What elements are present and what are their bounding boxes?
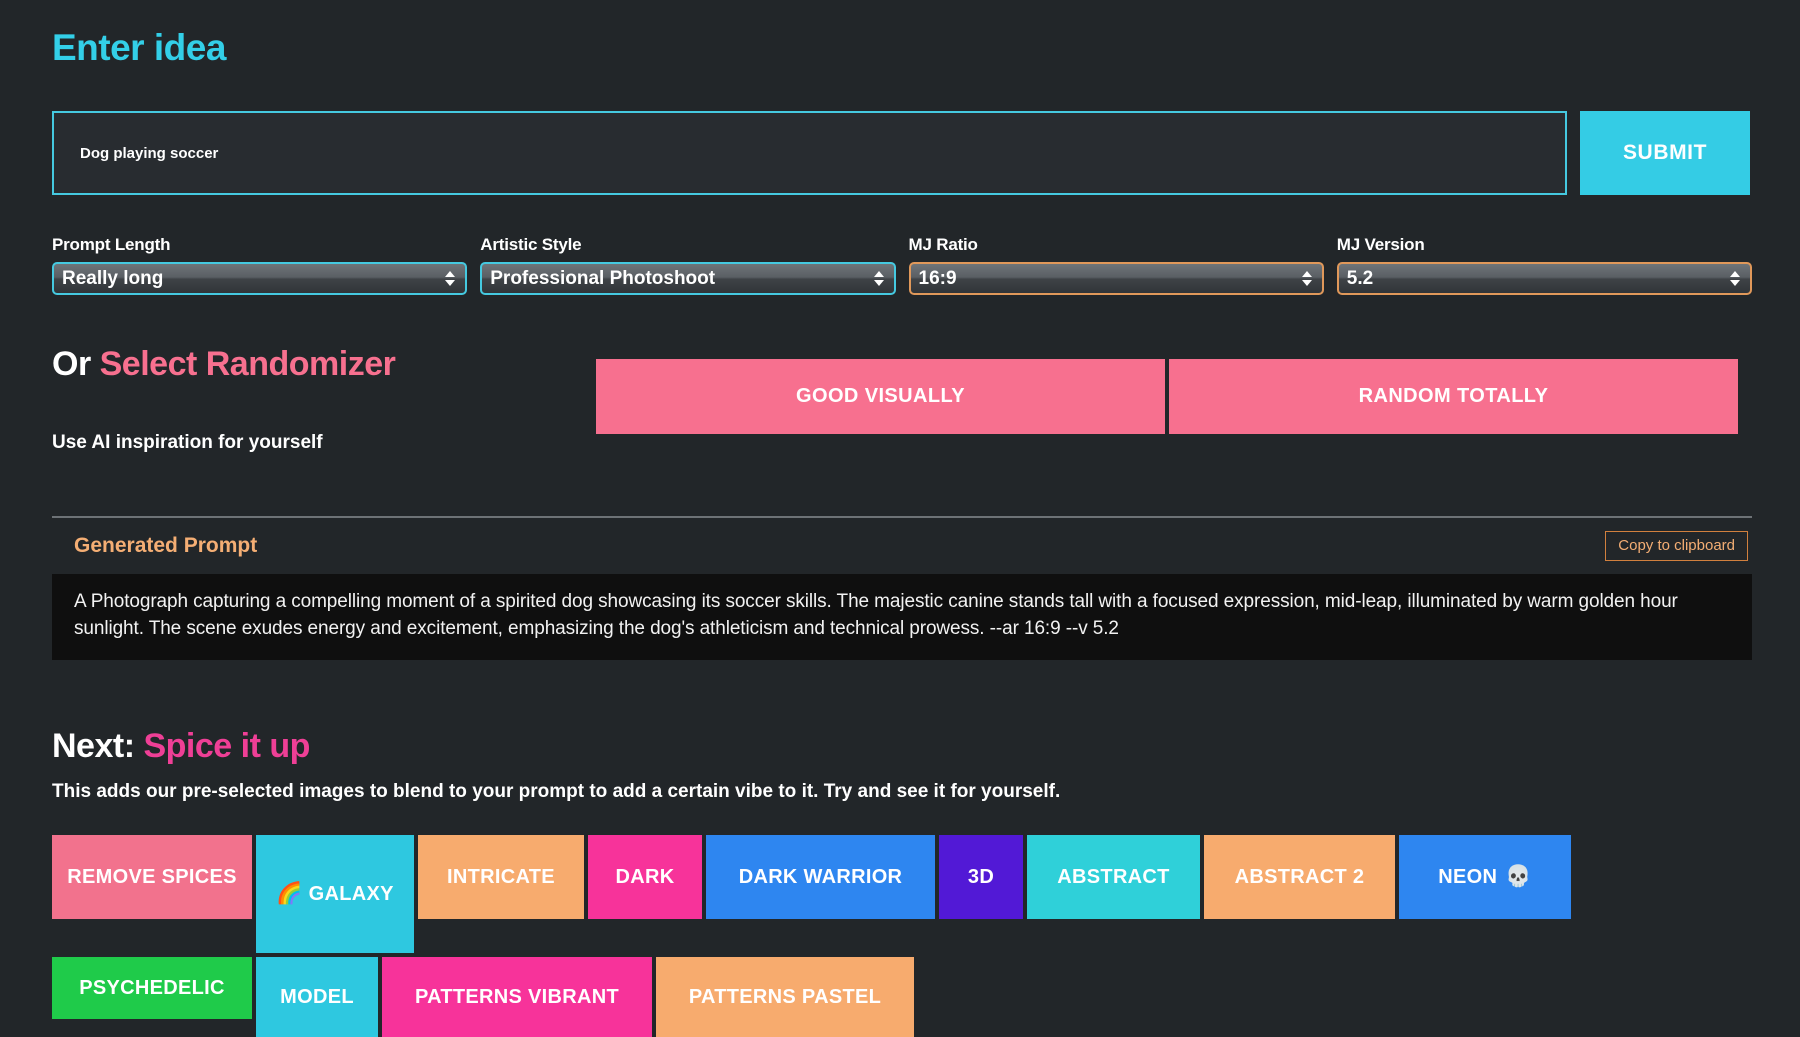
selector-mj-ratio: MJ Ratio 16:9 [909,235,1324,295]
generated-prompt-title: Generated Prompt [74,534,257,558]
spice-row-2: PSYCHEDELIC MODEL PATTERNS VIBRANT PATTERNS… [52,957,1752,1037]
spice-button-patterns-vibrant[interactable]: PATTERNS VIBRANT [382,957,652,1037]
stepper-arrows-icon[interactable] [1728,268,1742,290]
selector-label: Prompt Length [52,235,467,255]
stepper-arrows-icon[interactable] [1300,268,1314,290]
generated-prompt-panel: Generated Prompt Copy to clipboard A Pho… [52,518,1752,655]
spice-button-label: ABSTRACT [1057,866,1169,889]
spice-subtitle: This adds our pre-selected images to ble… [52,781,1060,803]
randomizer-heading-highlight: Select Randomizer [100,345,396,383]
randomizer-heading-prefix: Or [52,345,100,383]
spice-button-remove-spices[interactable]: REMOVE SPICES [52,835,252,919]
spice-button-label: INTRICATE [447,866,555,889]
spice-heading: Next: Spice it up [52,727,310,766]
spice-heading-highlight: Spice it up [143,727,309,765]
spice-button-label: NEON [1438,866,1497,889]
spice-button-label: DARK WARRIOR [739,866,903,889]
spice-row-1: REMOVE SPICES 🌈 GALAXY INTRICATE DARK DARK WA… [52,835,1752,953]
generated-prompt-body: A Photograph capturing a compelling mome… [52,574,1752,660]
selector-mj-version: MJ Version 5.2 [1337,235,1752,295]
spice-button-label: PSYCHEDELIC [79,977,225,1000]
randomizer-buttons: GOOD VISUALLY RANDOM TOTALLY [596,359,1738,434]
spice-button-label: ABSTRACT 2 [1235,866,1365,889]
generated-prompt-text: A Photograph capturing a compelling mome… [74,588,1730,642]
spice-button-dark-warrior[interactable]: DARK WARRIOR [706,835,935,919]
selector-label: MJ Ratio [909,235,1324,255]
submit-button[interactable]: SUBMIT [1580,111,1750,195]
spice-button-abstract[interactable]: ABSTRACT [1027,835,1200,919]
stepper-arrows-icon[interactable] [443,268,457,290]
artistic-style-select[interactable]: Professional Photoshoot [480,262,895,295]
mj-ratio-select[interactable]: 16:9 [909,262,1324,295]
spice-button-abstract-2[interactable]: ABSTRACT 2 [1204,835,1395,919]
spice-button-model[interactable]: MODEL [256,957,378,1037]
spice-heading-prefix: Next: [52,727,143,765]
spice-button-neon[interactable]: NEON 💀 [1399,835,1571,919]
selector-prompt-length: Prompt Length Really long [52,235,467,295]
spice-button-label: GALAXY [309,883,394,906]
spice-button-label: DARK [616,866,675,889]
idea-entry-row: SUBMIT [52,111,1750,195]
spice-button-label: PATTERNS PASTEL [689,986,881,1009]
selector-value: Really long [62,268,443,290]
prompt-length-select[interactable]: Really long [52,262,467,295]
selector-value: Professional Photoshoot [490,268,871,290]
stepper-arrows-icon[interactable] [872,268,886,290]
selector-label: MJ Version [1337,235,1752,255]
app-page: Enter idea SUBMIT Prompt Length Really l… [0,0,1800,1037]
spice-button-3d[interactable]: 3D [939,835,1023,919]
spice-button-galaxy[interactable]: 🌈 GALAXY [256,835,414,953]
generated-prompt-header: Generated Prompt Copy to clipboard [52,518,1752,574]
spice-button-label: PATTERNS VIBRANT [415,986,619,1009]
selector-label: Artistic Style [480,235,895,255]
spice-buttons-area: REMOVE SPICES 🌈 GALAXY INTRICATE DARK DARK WA… [52,835,1752,1037]
skull-emoji-icon: 💀 [1505,865,1531,889]
mj-version-select[interactable]: 5.2 [1337,262,1752,295]
random-totally-button[interactable]: RANDOM TOTALLY [1169,359,1738,434]
page-title: Enter idea [52,27,226,69]
ai-inspiration-subtitle: Use AI inspiration for yourself [52,432,323,454]
copy-to-clipboard-button[interactable]: Copy to clipboard [1605,531,1748,561]
galaxy-emoji-icon: 🌈 [276,882,302,906]
randomizer-heading: Or Select Randomizer [52,345,395,384]
selector-value: 16:9 [919,268,1300,290]
spice-button-psychedelic[interactable]: PSYCHEDELIC [52,957,252,1019]
spice-button-intricate[interactable]: INTRICATE [418,835,584,919]
idea-input[interactable] [52,111,1567,195]
good-visually-button[interactable]: GOOD VISUALLY [596,359,1165,434]
options-row: Prompt Length Really long Artistic Style… [52,235,1752,295]
spice-button-label: MODEL [280,986,354,1009]
spice-button-label: REMOVE SPICES [67,866,237,889]
selector-value: 5.2 [1347,268,1728,290]
spice-button-dark[interactable]: DARK [588,835,702,919]
spice-button-label: 3D [968,866,994,889]
spice-button-patterns-pastel[interactable]: PATTERNS PASTEL [656,957,914,1037]
selector-artistic-style: Artistic Style Professional Photoshoot [480,235,895,295]
